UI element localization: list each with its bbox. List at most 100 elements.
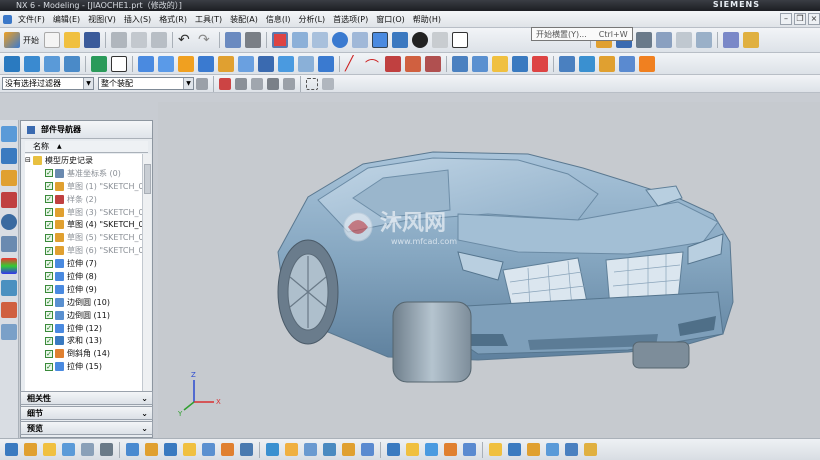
tree-item[interactable]: ✓ 拉伸 (12) (25, 322, 142, 335)
tree-item[interactable]: ✓ 边倒圆 (11) (25, 309, 142, 322)
edge-blend-icon[interactable] (452, 55, 468, 72)
shaded-view-icon[interactable] (372, 32, 388, 48)
pan-icon[interactable] (352, 32, 368, 48)
palette-tab-icon[interactable] (1, 258, 17, 274)
edge-display-icon[interactable] (412, 32, 428, 48)
save-icon[interactable] (84, 32, 100, 48)
open-folder-icon[interactable] (64, 32, 80, 48)
sphere-icon[interactable] (318, 55, 334, 72)
menu-information[interactable]: 信息(I) (262, 14, 295, 25)
pocket-icon[interactable] (218, 55, 234, 72)
system-materials-tab-icon[interactable] (1, 236, 17, 252)
start-icon[interactable] (4, 32, 20, 48)
tree-item[interactable]: ✓ 求和 (13) (25, 334, 142, 347)
styled-blend-icon[interactable] (361, 443, 374, 456)
mid-point-icon[interactable] (251, 77, 263, 90)
visibility-checkbox[interactable]: ✓ (45, 349, 53, 358)
section-icon[interactable] (81, 443, 94, 456)
swept-icon[interactable] (164, 443, 177, 456)
visibility-checkbox[interactable]: ✓ (45, 233, 53, 242)
cylinder-icon[interactable] (278, 55, 294, 72)
trim-body-icon[interactable] (532, 55, 548, 72)
start-button[interactable]: 开始 (23, 35, 39, 46)
visibility-checkbox[interactable]: ✓ (45, 220, 53, 229)
point-icon[interactable] (91, 55, 107, 72)
menu-tools[interactable]: 工具(T) (191, 14, 226, 25)
menu-analysis[interactable]: 分析(L) (294, 14, 329, 25)
tree-root[interactable]: ⊟ 模型历史记录 (25, 154, 142, 167)
layer-settings-icon[interactable] (723, 32, 739, 48)
tree-item[interactable]: ✓ 样条 (2) (25, 193, 142, 206)
selection-scope-dropdown[interactable]: 整个装配 ▼ (98, 77, 194, 90)
visibility-checkbox[interactable]: ✓ (45, 182, 53, 191)
trim-sheet-icon[interactable] (304, 443, 317, 456)
tree-item[interactable]: ✓ 拉伸 (15) (25, 360, 142, 373)
visibility-checkbox[interactable]: ✓ (45, 336, 53, 345)
cut-icon[interactable] (111, 32, 127, 48)
menu-edit[interactable]: 编辑(E) (49, 14, 84, 25)
redo-icon[interactable]: ↷ (198, 32, 214, 48)
zoom-window-icon[interactable] (292, 32, 308, 48)
snap-point-icon[interactable] (219, 77, 231, 90)
history-tab-icon[interactable] (1, 214, 17, 230)
visibility-checkbox[interactable]: ✓ (45, 298, 53, 307)
analysis-icon[interactable] (5, 443, 18, 456)
menu-format[interactable]: 格式(R) (155, 14, 191, 25)
face-blend-icon[interactable] (342, 443, 355, 456)
scene-icon[interactable] (565, 443, 578, 456)
x-form-icon[interactable] (387, 443, 400, 456)
patch-icon[interactable] (202, 443, 215, 456)
menu-insert[interactable]: 插入(S) (120, 14, 155, 25)
visibility-checkbox[interactable]: ✓ (45, 246, 53, 255)
tree-item[interactable]: ✓ 倒斜角 (14) (25, 347, 142, 360)
measure-body-icon[interactable] (62, 443, 75, 456)
global-shaping-icon[interactable] (425, 443, 438, 456)
app-menu-icon[interactable] (3, 14, 12, 24)
intersect-icon[interactable] (599, 55, 615, 72)
surface-icon[interactable] (126, 443, 139, 456)
background-icon[interactable] (432, 32, 448, 48)
curvature-icon[interactable] (100, 443, 113, 456)
close-button[interactable]: × (808, 13, 820, 25)
pin-icon[interactable] (27, 125, 35, 134)
control-point-icon[interactable] (267, 77, 279, 90)
part-navigator-tab-icon[interactable] (1, 126, 17, 142)
trim-curve-icon[interactable] (425, 55, 441, 72)
dependencies-panel[interactable]: 相关性 ⌄ (20, 391, 153, 405)
sketch-icon[interactable] (4, 55, 20, 72)
pad-icon[interactable] (238, 55, 254, 72)
measure-angle-icon[interactable] (43, 443, 56, 456)
tree-item[interactable]: ✓ 草图 (5) "SKETCH_0 (25, 231, 142, 244)
shade-icon[interactable] (245, 32, 261, 48)
tree-item[interactable]: ✓ 草图 (1) "SKETCH_0 (25, 180, 142, 193)
paste-icon[interactable] (151, 32, 167, 48)
tree-item[interactable]: ✓ 基准坐标系 (0) (25, 167, 142, 180)
filter-icon[interactable] (196, 77, 208, 90)
new-file-icon[interactable] (44, 32, 60, 48)
boss-icon[interactable] (198, 55, 214, 72)
tree-item[interactable]: ✓ 拉伸 (9) (25, 283, 142, 296)
work-layer-icon[interactable] (452, 32, 468, 48)
visibility-checkbox[interactable]: ✓ (45, 311, 53, 320)
thicken-icon[interactable] (323, 443, 336, 456)
select-all-icon[interactable] (322, 77, 334, 90)
collapse-icon[interactable]: ⊟ (25, 156, 33, 164)
hide-icon[interactable] (676, 32, 692, 48)
datum-axis-icon[interactable] (44, 55, 60, 72)
name-column-header[interactable]: 名称 ▲ (25, 141, 148, 153)
cone-icon[interactable] (298, 55, 314, 72)
pattern-icon[interactable] (639, 55, 655, 72)
visibility-checkbox[interactable]: ✓ (45, 208, 53, 216)
block-icon[interactable] (258, 55, 274, 72)
tree-item[interactable]: ✓ 拉伸 (7) (25, 257, 142, 270)
select-icon[interactable] (225, 32, 241, 48)
offset-curve-icon[interactable] (405, 55, 421, 72)
assembly-navigator-tab-icon[interactable] (1, 148, 17, 164)
visibility-checkbox[interactable]: ✓ (45, 259, 53, 268)
fit-icon[interactable] (272, 32, 288, 48)
extend-icon[interactable] (221, 443, 234, 456)
spline-icon[interactable] (385, 55, 401, 72)
tree-item[interactable]: ✓ 草图 (4) "SKETCH_0 (25, 218, 142, 231)
render-icon[interactable] (508, 443, 521, 456)
visibility-checkbox[interactable]: ✓ (45, 272, 53, 281)
